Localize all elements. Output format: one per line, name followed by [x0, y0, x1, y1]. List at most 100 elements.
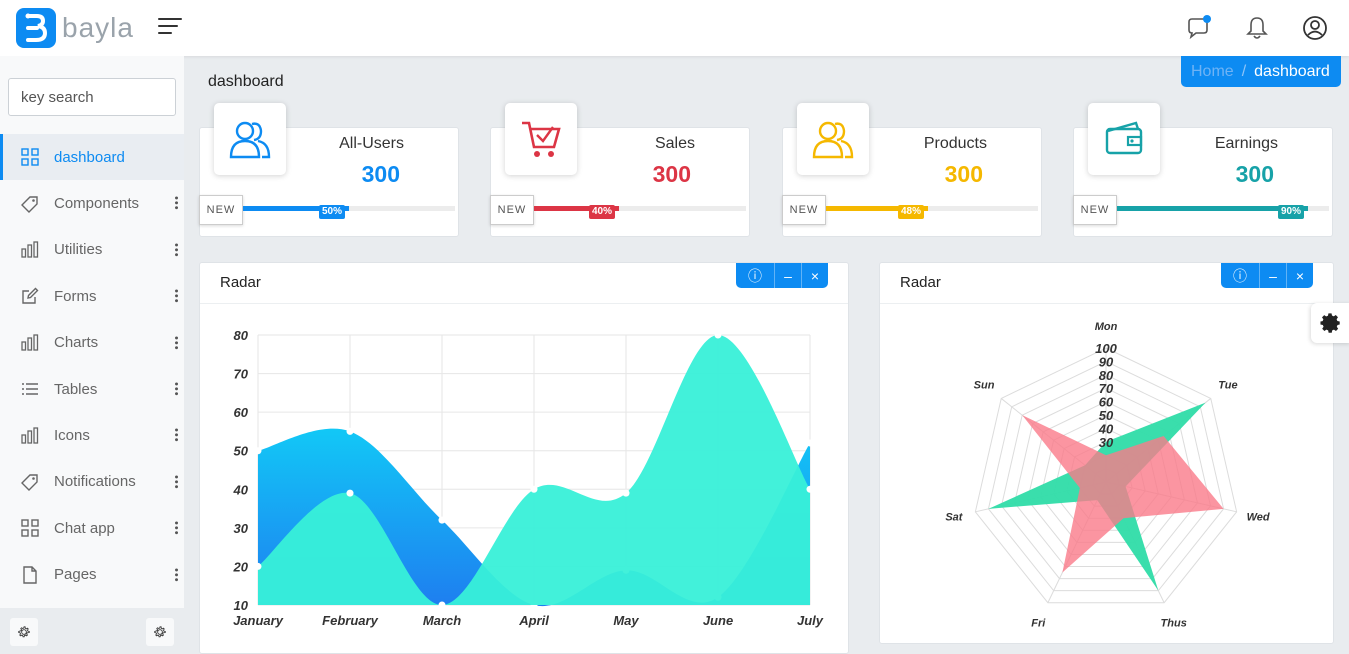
- more-icon[interactable]: •••: [170, 196, 182, 211]
- sidebar-item-label: Forms: [54, 287, 97, 305]
- user-profile-icon[interactable]: [1301, 14, 1329, 42]
- data-point[interactable]: [806, 439, 814, 447]
- grid-icon: [20, 518, 40, 538]
- data-point[interactable]: [254, 447, 262, 455]
- stat-card-earnings: Earnings 300 NEW 90%: [1073, 103, 1333, 237]
- progress-percent: 40%: [589, 205, 616, 219]
- progress-bar: 90%: [1117, 205, 1329, 219]
- radar-axis-label: Mon: [1095, 321, 1118, 333]
- search-input[interactable]: [8, 78, 176, 116]
- list-icon: [20, 379, 40, 399]
- stat-card-title: Earnings: [1214, 135, 1278, 152]
- data-point[interactable]: [438, 601, 446, 609]
- radar-chart: Mon Tue Wed Thus Fri Sat Sun 30405060708090100: [945, 321, 1270, 630]
- data-point[interactable]: [714, 331, 722, 339]
- theme-settings-button[interactable]: [1311, 303, 1349, 343]
- data-point[interactable]: [438, 516, 446, 524]
- panel-tools: ⓘ – ×: [1221, 263, 1313, 288]
- y-tick-label: 40: [233, 482, 249, 497]
- radar-tick-label: 90: [1099, 354, 1114, 369]
- minimize-icon[interactable]: –: [774, 263, 801, 288]
- x-tick-label: March: [423, 613, 461, 628]
- stat-card-sales: Sales 300 NEW 40%: [490, 103, 750, 237]
- panel-divider: [200, 303, 848, 304]
- breadcrumb: Home / dashboard: [1181, 56, 1341, 87]
- more-icon[interactable]: •••: [170, 382, 182, 397]
- info-icon[interactable]: ⓘ: [736, 263, 774, 288]
- radar-chart-panel: Radar ⓘ – × Mon Tue Wed Thus Fri Sat Sun 30 40 50…: [879, 262, 1334, 644]
- y-tick-label: 60: [234, 405, 249, 420]
- more-icon[interactable]: •••: [170, 475, 182, 490]
- panel-tools: ⓘ – ×: [736, 263, 828, 288]
- sidebar-item-chat-app[interactable]: Chat app •••: [0, 505, 184, 551]
- radar-tick-label: 70: [1099, 381, 1114, 396]
- bar-chart-icon: [20, 333, 40, 353]
- sidebar-item-label: dashboard: [54, 148, 125, 166]
- sidebar-item-label: Tables: [54, 380, 98, 398]
- sidebar-item-components[interactable]: Components •••: [0, 180, 184, 226]
- x-tick-label: April: [518, 613, 549, 628]
- sidebar: dashboard Components ••• Utilities ••• Forms •…: [0, 56, 184, 654]
- stat-card-value: 300: [944, 161, 983, 187]
- more-icon[interactable]: •••: [170, 243, 182, 258]
- data-point[interactable]: [254, 562, 262, 570]
- stat-card-value: 300: [652, 161, 691, 187]
- x-tick-label: July: [797, 613, 824, 628]
- radar-tick-label: 60: [1099, 395, 1114, 410]
- data-point[interactable]: [622, 489, 630, 497]
- area-chart-panel: Radar ⓘ – × 10 20 30 40 50 60 70 80 January Febru…: [199, 262, 849, 654]
- sidebar-item-notifications[interactable]: Notifications •••: [0, 459, 184, 505]
- sidebar-item-utilities[interactable]: Utilities •••: [0, 227, 184, 273]
- cart-icon: [505, 103, 577, 175]
- data-point[interactable]: [346, 489, 354, 497]
- y-tick-label: 80: [234, 328, 249, 343]
- y-tick-label: 70: [234, 367, 249, 382]
- sidebar-item-dashboard[interactable]: dashboard: [0, 134, 184, 181]
- sidebar-item-charts[interactable]: Charts •••: [0, 320, 184, 366]
- sidebar-item-icons[interactable]: Icons •••: [0, 412, 184, 458]
- radar-tick-label: 100: [1095, 341, 1117, 356]
- x-tick-label: February: [322, 613, 378, 628]
- radar-axis-label: Sat: [945, 512, 963, 524]
- bell-icon[interactable]: [1243, 14, 1271, 42]
- chat-icon[interactable]: [1185, 14, 1213, 42]
- logo[interactable]: bayla: [16, 8, 134, 48]
- more-icon[interactable]: •••: [170, 336, 182, 351]
- progress-bar: 50%: [243, 205, 455, 219]
- sidebar-item-forms[interactable]: Forms •••: [0, 273, 184, 319]
- more-icon[interactable]: •••: [170, 428, 182, 443]
- bar-chart-icon: [20, 426, 40, 446]
- more-icon[interactable]: •••: [170, 521, 182, 536]
- sidebar-item-label: Pages: [54, 566, 97, 584]
- menu-toggle-button[interactable]: [158, 18, 184, 38]
- radar-axis-label: Fri: [1031, 618, 1046, 630]
- radar-tick-label: 80: [1099, 368, 1114, 383]
- progress-bar: 48%: [826, 205, 1038, 219]
- data-point[interactable]: [806, 485, 814, 493]
- top-bar: bayla: [0, 0, 1349, 56]
- sidebar-item-pages[interactable]: Pages •••: [0, 552, 184, 598]
- info-icon[interactable]: ⓘ: [1221, 263, 1259, 288]
- page-title: dashboard: [208, 73, 284, 90]
- breadcrumb-home-link[interactable]: Home: [1191, 63, 1234, 81]
- close-icon[interactable]: ×: [801, 263, 828, 288]
- more-icon[interactable]: •••: [170, 289, 182, 304]
- data-point[interactable]: [346, 427, 354, 435]
- stat-card-products: Products 300 NEW 48%: [782, 103, 1042, 237]
- close-icon[interactable]: ×: [1286, 263, 1313, 288]
- menu-icon-line: [158, 32, 172, 34]
- panel-title: Radar: [220, 274, 261, 291]
- new-badge: NEW: [199, 195, 243, 225]
- x-tick-label: June: [703, 613, 733, 628]
- sidebar-item-tables[interactable]: Tables •••: [0, 366, 184, 412]
- stat-card-title: All-Users: [339, 135, 404, 152]
- minimize-icon[interactable]: –: [1259, 263, 1286, 288]
- data-point[interactable]: [530, 485, 538, 493]
- settings-icon[interactable]: [146, 618, 174, 646]
- progress-percent: 48%: [898, 205, 925, 219]
- more-icon[interactable]: •••: [170, 568, 182, 583]
- stat-card-all-users: All-Users 300 NEW 50%: [199, 103, 459, 237]
- sidebar-item-label: Charts: [54, 334, 99, 352]
- settings-icon[interactable]: [10, 618, 38, 646]
- y-tick-label: 30: [234, 521, 249, 536]
